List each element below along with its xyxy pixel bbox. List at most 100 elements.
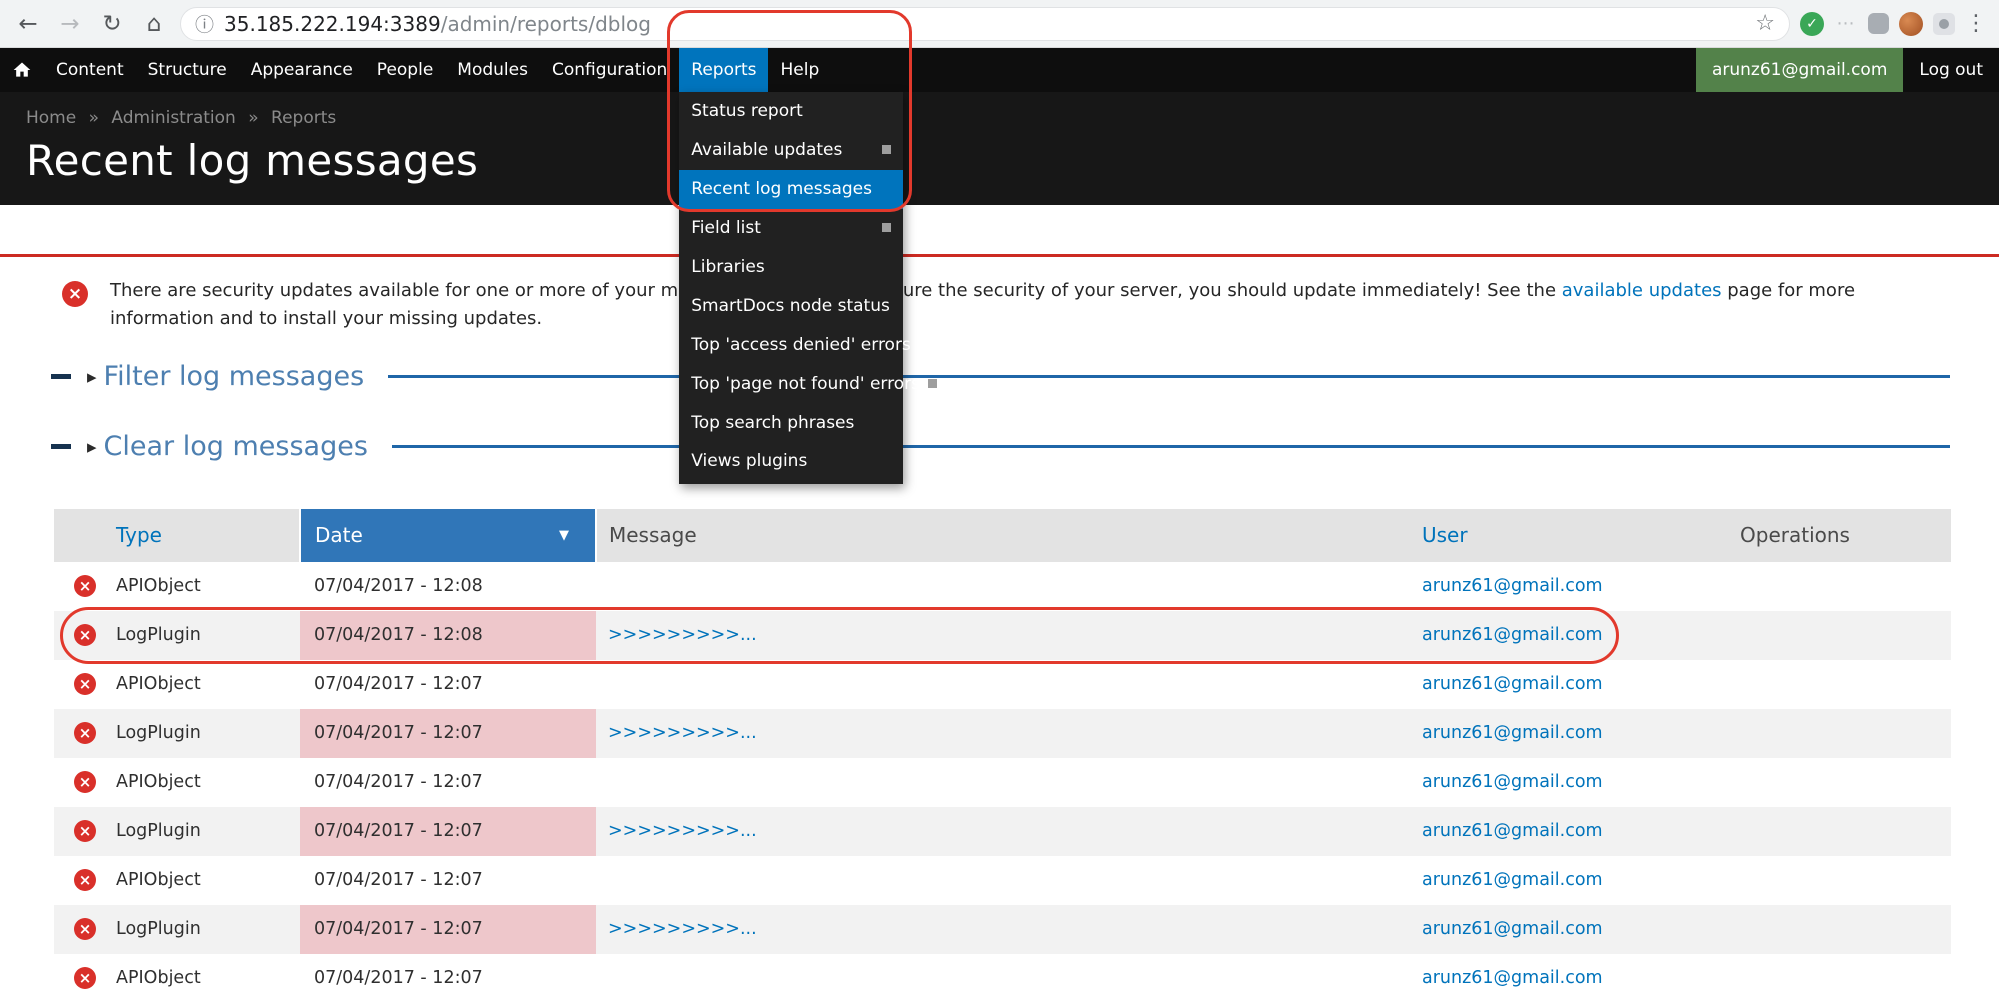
fieldset-rule [392,445,1950,448]
error-icon: × [74,575,96,597]
user-link[interactable]: arunz61@gmail.com [1422,821,1603,841]
operations-cell [1720,954,1951,994]
dropdown-item[interactable]: Recent log messages [679,170,903,209]
error-icon: × [74,869,96,891]
message-cell [596,954,1408,994]
dropdown-item[interactable]: Available updates [679,131,903,170]
icon-column-header [54,509,116,562]
table-row[interactable]: × LogPlugin 07/04/2017 - 12:07 >>>>>>>>>… [54,807,1951,856]
back-icon[interactable]: ← [12,11,44,37]
breadcrumb-home[interactable]: Home [26,108,76,128]
url-path: /admin/reports/dblog [441,12,651,36]
clear-log-messages-toggle[interactable]: Clear log messages [104,431,368,462]
breadcrumb-separator: » [248,108,258,128]
user-link[interactable]: arunz61@gmail.com [1422,772,1603,792]
type-sort-link[interactable]: Type [116,523,162,547]
toolbar-item-appearance[interactable]: Appearance [239,48,365,92]
user-link[interactable]: arunz61@gmail.com [1422,968,1603,988]
message-column-header[interactable]: Message [596,509,1408,562]
severity-cell: × [54,660,116,709]
dropdown-item[interactable]: SmartDocs node status [679,287,903,326]
date-cell: 07/04/2017 - 12:07 [300,758,596,807]
toolbar-item-help[interactable]: Help [768,48,831,92]
forward-icon[interactable]: → [54,11,86,37]
toolbar-item-configuration[interactable]: Configuration [540,48,679,92]
user-link[interactable]: arunz61@gmail.com [1422,723,1603,743]
table-row[interactable]: × LogPlugin 07/04/2017 - 12:08 >>>>>>>>>… [54,611,1951,660]
operations-cell [1720,758,1951,807]
type-cell: LogPlugin [116,611,300,660]
collapse-arrow-icon: ▸ [87,366,97,388]
user-link[interactable]: arunz61@gmail.com [1422,625,1603,645]
filter-log-messages-toggle[interactable]: Filter log messages [104,361,365,392]
dropdown-item[interactable]: Status report [679,92,903,131]
type-cell: LogPlugin [116,709,300,758]
table-row[interactable]: × LogPlugin 07/04/2017 - 12:07 >>>>>>>>>… [54,709,1951,758]
table-row[interactable]: × LogPlugin 07/04/2017 - 12:07 >>>>>>>>>… [54,905,1951,954]
table-row[interactable]: × APIObject 07/04/2017 - 12:07 arunz61@g… [54,660,1951,709]
message-link[interactable]: >>>>>>>>>... [608,723,757,743]
address-bar[interactable]: ⓘ 35.185.222.194:3389/admin/reports/dblo… [180,7,1790,41]
dropdown-item[interactable]: Libraries [679,248,903,287]
type-cell: APIObject [116,758,300,807]
type-column-header[interactable]: Type [116,509,300,562]
breadcrumb-administration[interactable]: Administration [111,108,235,128]
extension-orange-icon[interactable] [1899,12,1923,36]
severity-cell: × [54,562,116,611]
fieldset-dash [51,374,71,379]
user-cell: arunz61@gmail.com [1408,954,1720,994]
date-column-header[interactable]: Date ▼ [300,509,596,562]
extension-gray-icon[interactable] [1868,13,1889,34]
account-button[interactable]: arunz61@gmail.com [1696,48,1903,92]
table-row[interactable]: × APIObject 07/04/2017 - 12:08 arunz61@g… [54,562,1951,611]
table-row[interactable]: × APIObject 07/04/2017 - 12:07 arunz61@g… [54,856,1951,905]
message-link[interactable]: >>>>>>>>>... [608,821,757,841]
breadcrumb: Home » Administration » Reports [26,108,1973,128]
bookmark-star-icon[interactable]: ☆ [1755,11,1775,36]
user-sort-link[interactable]: User [1422,523,1468,547]
toolbar-item-people[interactable]: People [365,48,445,92]
user-link[interactable]: arunz61@gmail.com [1422,919,1603,939]
sort-desc-icon: ▼ [559,528,569,543]
type-cell: LogPlugin [116,807,300,856]
filter-log-messages-fieldset: ▸ Filter log messages [51,355,1950,399]
reload-icon[interactable]: ↻ [96,11,128,37]
toolbar-item-content[interactable]: Content [44,48,136,92]
user-link[interactable]: arunz61@gmail.com [1422,576,1603,596]
toolbar-item-modules[interactable]: Modules [445,48,540,92]
drupal-home-icon[interactable] [0,48,44,92]
dropdown-item[interactable]: Top 'access denied' errors [679,326,903,365]
dropdown-item[interactable]: Views plugins [679,442,903,481]
badge-square-icon [928,379,937,388]
user-cell: arunz61@gmail.com [1408,709,1720,758]
user-link[interactable]: arunz61@gmail.com [1422,674,1603,694]
browser-home-icon[interactable]: ⌂ [138,11,170,37]
browser-menu-icon[interactable]: ⋮ [1965,11,1987,36]
logout-button[interactable]: Log out [1903,48,1999,92]
message-cell: >>>>>>>>>... [596,611,1408,660]
breadcrumb-reports[interactable]: Reports [271,108,336,128]
table-row[interactable]: × APIObject 07/04/2017 - 12:07 arunz61@g… [54,758,1951,807]
dropdown-item[interactable]: Field list [679,209,903,248]
type-cell: APIObject [116,660,300,709]
profile-avatar-icon[interactable] [1933,13,1955,35]
user-column-header[interactable]: User [1408,509,1720,562]
type-cell: APIObject [116,856,300,905]
toolbar-item-reports[interactable]: Reports Status reportAvailable updatesRe… [679,48,768,92]
dropdown-item[interactable]: Top search phrases [679,404,903,443]
available-updates-link[interactable]: available updates [1562,280,1722,301]
error-message-box: × There are security updates available f… [0,254,1999,355]
dropdown-item[interactable]: Top 'page not found' errors [679,365,903,404]
info-icon[interactable]: ⓘ [195,10,214,37]
table-row[interactable]: × APIObject 07/04/2017 - 12:07 arunz61@g… [54,954,1951,994]
extension-check-icon[interactable]: ✓ [1800,12,1824,36]
log-table-body: × APIObject 07/04/2017 - 12:08 arunz61@g… [54,562,1951,994]
extension-dots-icon[interactable]: ⋯ [1834,12,1858,36]
message-link[interactable]: >>>>>>>>>... [608,625,757,645]
operations-cell [1720,709,1951,758]
date-cell: 07/04/2017 - 12:07 [300,954,596,994]
fieldset-rule [388,375,1950,378]
user-link[interactable]: arunz61@gmail.com [1422,870,1603,890]
message-link[interactable]: >>>>>>>>>... [608,919,757,939]
toolbar-item-structure[interactable]: Structure [136,48,239,92]
